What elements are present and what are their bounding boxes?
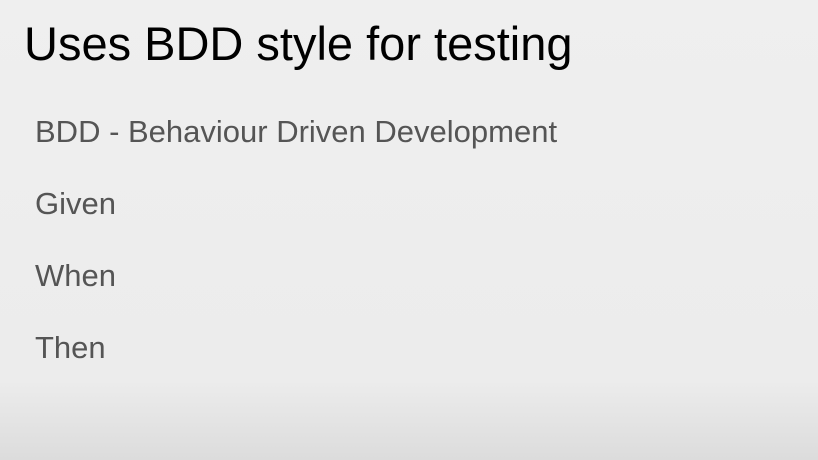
bullet-item-then: Then [35, 330, 106, 365]
slide: Uses BDD style for testing BDD - Behavio… [0, 0, 818, 460]
slide-title: Uses BDD style for testing [24, 17, 573, 70]
bullet-list: BDD - Behaviour Driven Development Given… [35, 110, 557, 398]
bullet-item-when: When [35, 258, 116, 293]
bullet-item-given: Given [35, 186, 116, 221]
bullet-item-bdd-definition: BDD - Behaviour Driven Development [35, 114, 558, 149]
